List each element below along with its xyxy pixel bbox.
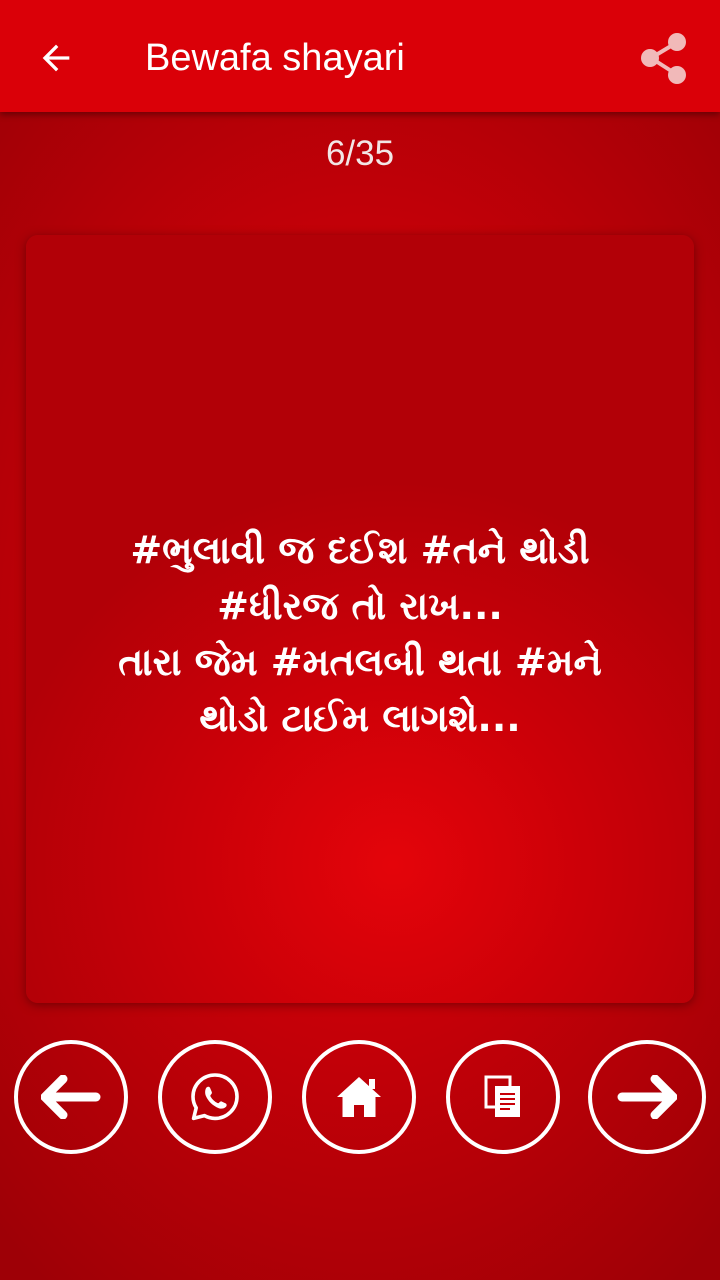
- page-counter: 6/35: [325, 134, 395, 173]
- whatsapp-button[interactable]: [158, 1040, 272, 1154]
- quote-text: #ભુલાવી જ દઈશ #તને થોડી #ધીરજ તો રાખ... …: [118, 528, 602, 740]
- arrow-left-icon: [42, 44, 70, 72]
- arrow-left-icon: [41, 1075, 101, 1119]
- app-bar: Bewafa shayari: [0, 0, 720, 112]
- copy-button[interactable]: [446, 1040, 560, 1154]
- screen: Bewafa shayari 6/35 #ભુલાવી જ દઈશ #તને થ…: [0, 0, 720, 1280]
- page-title: Bewafa shayari: [145, 37, 405, 79]
- action-bar: [0, 1040, 720, 1160]
- share-button[interactable]: [628, 22, 700, 94]
- arrow-right-icon: [617, 1075, 677, 1119]
- home-icon: [337, 1077, 381, 1117]
- next-button[interactable]: [588, 1040, 706, 1154]
- home-button[interactable]: [302, 1040, 416, 1154]
- back-button[interactable]: [20, 22, 92, 94]
- copy-icon: [484, 1075, 520, 1117]
- previous-button[interactable]: [14, 1040, 128, 1154]
- quote-card: #ભુલાવી જ દઈશ #તને થોડી #ધીરજ તો રાખ... …: [26, 235, 694, 1003]
- whatsapp-icon: [191, 1073, 239, 1121]
- share-icon: [641, 33, 686, 84]
